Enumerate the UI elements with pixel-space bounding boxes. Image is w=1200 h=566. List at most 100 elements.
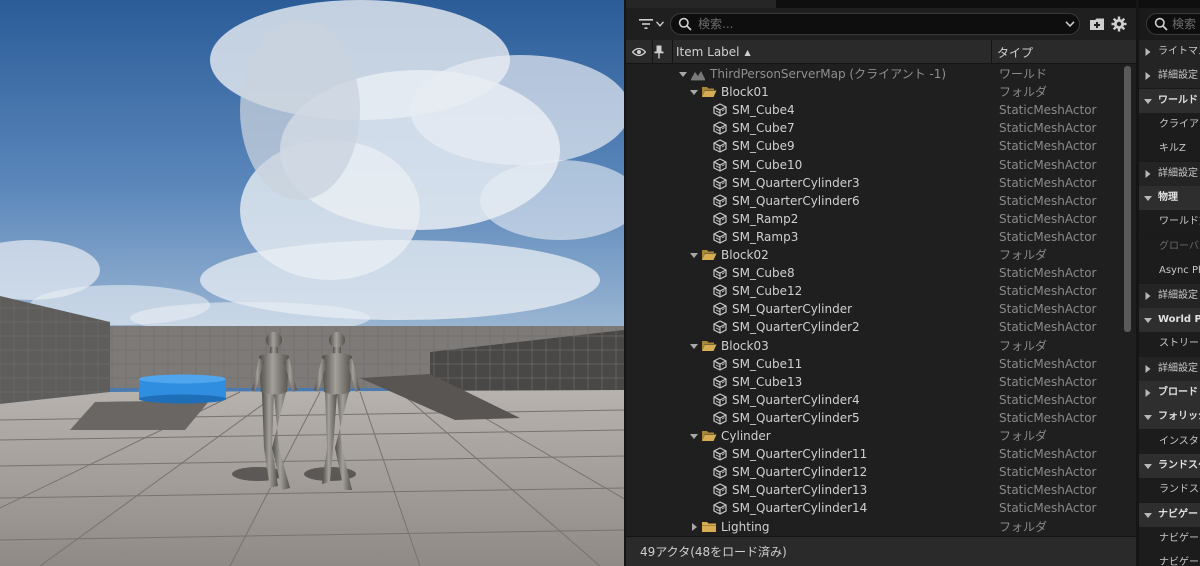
row-type: StaticMeshActor (999, 392, 1097, 407)
actor-row[interactable]: SM_QuarterCylinder14 StaticMeshActor (626, 499, 1122, 517)
visibility-column[interactable] (632, 40, 652, 64)
type-column[interactable]: タイプ (997, 40, 1127, 64)
chevron-down-icon[interactable] (1144, 462, 1152, 470)
chevron-down-icon[interactable] (1144, 194, 1152, 202)
world-row[interactable]: ThirdPersonServerMap (クライアント -1) ワールド (626, 65, 1122, 83)
details-property-row: ストリーミ (1139, 332, 1200, 357)
actor-row[interactable]: SM_Ramp3 StaticMeshActor (626, 228, 1122, 246)
details-search-input[interactable] (1168, 17, 1200, 31)
actor-row[interactable]: SM_QuarterCylinder StaticMeshActor (626, 300, 1122, 318)
folder-row[interactable]: Cylinder フォルダ (626, 427, 1122, 445)
chevron-right-icon[interactable] (1144, 364, 1152, 373)
chevron-right-icon[interactable] (1144, 48, 1152, 56)
outliner-tab[interactable] (626, 0, 776, 8)
outliner-tab-strip (626, 0, 1136, 8)
level-viewport[interactable] (0, 0, 624, 566)
folder-row[interactable]: Block02 フォルダ (626, 246, 1122, 264)
settings-gear-icon[interactable] (1111, 16, 1127, 32)
search-history-button[interactable] (1061, 14, 1079, 34)
details-row-label: 詳細設定 (1158, 362, 1198, 374)
chevron-down-icon[interactable] (1144, 97, 1152, 105)
actor-row[interactable]: SM_QuarterCylinder13 StaticMeshActor (626, 481, 1122, 499)
pin-icon (654, 45, 664, 59)
actor-row[interactable]: SM_Cube10 StaticMeshActor (626, 156, 1122, 174)
details-section-header[interactable]: 物理 (1139, 186, 1200, 211)
row-type: StaticMeshActor (999, 175, 1097, 190)
actor-row[interactable]: SM_Cube13 StaticMeshActor (626, 373, 1122, 391)
outliner-search-input[interactable] (692, 14, 1061, 34)
details-advanced-row[interactable]: 詳細設定 (1139, 283, 1200, 308)
actor-row[interactable]: SM_QuarterCylinder3 StaticMeshActor (626, 174, 1122, 192)
details-section-header[interactable]: フォリッジ (1139, 405, 1200, 430)
folder-row[interactable]: Block03 フォルダ (626, 337, 1122, 355)
chevron-right-icon[interactable] (689, 522, 699, 532)
folder-closed-icon (702, 521, 716, 532)
details-property-row: クライアン (1139, 113, 1200, 138)
actor-row[interactable]: SM_Ramp2 StaticMeshActor (626, 210, 1122, 228)
row-type: StaticMeshActor (999, 410, 1097, 425)
chevron-down-icon[interactable] (678, 69, 688, 79)
details-row-label: ランドスケ (1159, 484, 1200, 496)
row-type: フォルダ (999, 338, 1048, 353)
actor-row[interactable]: SM_Cube8 StaticMeshActor (626, 264, 1122, 282)
chevron-down-icon[interactable] (689, 250, 699, 260)
actor-row[interactable]: SM_Cube9 StaticMeshActor (626, 137, 1122, 155)
row-label: ThirdPersonServerMap (クライアント -1) (710, 67, 947, 81)
chevron-right-icon[interactable] (1144, 169, 1152, 178)
details-section-header[interactable]: ブロード (1139, 380, 1200, 405)
details-row-label: 詳細設定 (1158, 167, 1198, 179)
folder-row[interactable]: Block01 フォルダ (626, 83, 1122, 101)
details-section-header[interactable]: World Pa (1139, 307, 1200, 332)
chevron-down-icon[interactable] (1144, 413, 1152, 421)
chevron-down-icon[interactable] (689, 341, 699, 351)
outliner-scrollbar[interactable] (1124, 66, 1131, 332)
details-search[interactable] (1146, 13, 1200, 35)
row-type: StaticMeshActor (999, 483, 1097, 498)
details-section-header[interactable]: ランドスケ (1139, 453, 1200, 478)
actor-row[interactable]: SM_QuarterCylinder5 StaticMeshActor (626, 409, 1122, 427)
static-mesh-icon (713, 139, 727, 154)
actor-row[interactable]: SM_QuarterCylinder2 StaticMeshActor (626, 318, 1122, 336)
chevron-down-icon[interactable] (1144, 511, 1152, 519)
details-section-header[interactable]: ワールド (1139, 88, 1200, 113)
chevron-down-icon[interactable] (1144, 316, 1152, 324)
row-type: フォルダ (999, 519, 1048, 534)
static-mesh-icon (713, 212, 727, 226)
outliner-search[interactable] (670, 13, 1080, 35)
actor-row[interactable]: SM_Cube11 StaticMeshActor (626, 355, 1122, 373)
details-advanced-row[interactable]: 詳細設定 (1139, 356, 1200, 381)
chevron-down-icon[interactable] (689, 87, 699, 97)
row-type: StaticMeshActor (999, 465, 1097, 480)
pin-column[interactable] (654, 40, 672, 64)
actor-row[interactable]: SM_Cube4 StaticMeshActor (626, 101, 1122, 119)
details-row-label: グローバル (1159, 240, 1200, 252)
static-mesh-icon (713, 393, 727, 407)
actor-row[interactable]: SM_QuarterCylinder4 StaticMeshActor (626, 391, 1122, 409)
row-type: StaticMeshActor (999, 501, 1097, 516)
actor-row[interactable]: SM_QuarterCylinder11 StaticMeshActor (626, 445, 1122, 463)
chevron-right-icon[interactable] (1144, 291, 1152, 300)
add-folder-icon[interactable] (1089, 16, 1105, 32)
folder-row[interactable]: Lighting フォルダ (626, 518, 1122, 536)
actor-row[interactable]: SM_Cube7 StaticMeshActor (626, 119, 1122, 137)
row-type: StaticMeshActor (999, 266, 1097, 281)
details-advanced-row[interactable]: ライトマス (1139, 40, 1200, 64)
static-mesh-icon (713, 230, 727, 244)
chevron-right-icon[interactable] (1144, 388, 1152, 397)
actor-row[interactable]: SM_QuarterCylinder12 StaticMeshActor (626, 463, 1122, 481)
chevron-down-icon[interactable] (689, 431, 699, 441)
details-advanced-row[interactable]: 詳細設定 (1139, 161, 1200, 186)
details-property-row: ランドスケ (1139, 478, 1200, 503)
details-row-label: World Pa (1158, 313, 1200, 325)
actor-row[interactable]: SM_Cube12 StaticMeshActor (626, 282, 1122, 300)
details-advanced-row[interactable]: 詳細設定 (1139, 64, 1200, 89)
item-label-column[interactable]: Item Label ▲ (676, 40, 986, 64)
row-type: StaticMeshActor (999, 320, 1097, 335)
row-type: フォルダ (999, 248, 1048, 262)
filter-button[interactable] (634, 14, 668, 34)
details-property-row: ナビゲー (1139, 527, 1200, 551)
actor-row[interactable]: SM_QuarterCylinder6 StaticMeshActor (626, 192, 1122, 210)
chevron-right-icon[interactable] (1144, 72, 1152, 81)
details-section-header[interactable]: ナビゲー (1139, 502, 1200, 527)
outliner-toolbar (626, 8, 1136, 40)
